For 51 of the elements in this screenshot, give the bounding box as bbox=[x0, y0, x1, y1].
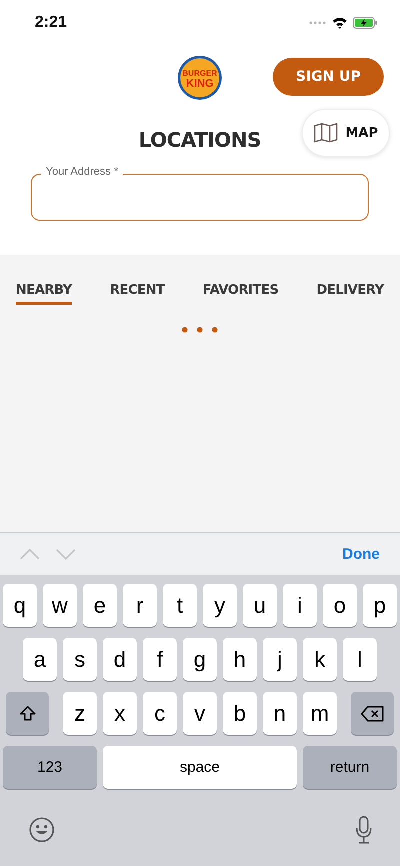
keyboard-key[interactable]: o bbox=[323, 584, 357, 627]
map-icon bbox=[314, 123, 338, 143]
shift-icon bbox=[18, 704, 36, 722]
address-label: Your Address * bbox=[41, 166, 124, 178]
tab[interactable]: DELIVERY bbox=[316, 283, 384, 305]
wifi-icon bbox=[332, 17, 348, 29]
page-title: LOCATIONS bbox=[138, 128, 262, 152]
emoji-icon[interactable] bbox=[29, 817, 55, 843]
keyboard-key[interactable]: h bbox=[223, 638, 257, 681]
battery-charging-icon bbox=[353, 17, 378, 29]
keyboard-key[interactable]: p bbox=[363, 584, 397, 627]
keyboard-key[interactable]: w bbox=[43, 584, 77, 627]
keyboard-key[interactable]: m bbox=[303, 692, 337, 735]
keyboard-key[interactable]: x bbox=[103, 692, 137, 735]
keyboard-key[interactable]: 123 bbox=[3, 746, 97, 789]
keyboard-key[interactable]: a bbox=[23, 638, 57, 681]
status-time: 2:21 bbox=[35, 14, 68, 32]
keyboard-key[interactable]: n bbox=[263, 692, 297, 735]
keyboard-key[interactable]: u bbox=[243, 584, 277, 627]
sign-up-button[interactable]: SIGN UP bbox=[273, 58, 384, 96]
keyboard-key[interactable]: e bbox=[83, 584, 117, 627]
keyboard-key[interactable]: z bbox=[63, 692, 97, 735]
tab[interactable]: FAVORITES bbox=[202, 283, 279, 305]
shift-key[interactable] bbox=[6, 692, 49, 735]
keyboard-key[interactable]: r bbox=[123, 584, 157, 627]
keyboard-key[interactable]: return bbox=[303, 746, 397, 789]
keyboard-key[interactable]: s bbox=[63, 638, 97, 681]
keyboard-key[interactable]: v bbox=[183, 692, 217, 735]
keyboard-key[interactable]: g bbox=[183, 638, 217, 681]
keyboard-key[interactable]: c bbox=[143, 692, 177, 735]
logo: BURGER KING bbox=[176, 54, 224, 102]
backspace-icon bbox=[360, 706, 384, 722]
backspace-key[interactable] bbox=[351, 692, 394, 735]
keyboard-key[interactable]: q bbox=[3, 584, 37, 627]
keyboard-key[interactable]: d bbox=[103, 638, 137, 681]
tab[interactable]: NEARBY bbox=[16, 283, 72, 305]
tab[interactable]: RECENT bbox=[110, 283, 165, 305]
loading-dots-icon bbox=[182, 327, 218, 333]
keyboard-key[interactable]: k bbox=[303, 638, 337, 681]
map-button[interactable]: MAP bbox=[302, 109, 390, 157]
keyboard-key[interactable]: b bbox=[223, 692, 257, 735]
keyboard-key[interactable]: y bbox=[203, 584, 237, 627]
keyboard-key[interactable]: t bbox=[163, 584, 197, 627]
done-button[interactable]: Done bbox=[342, 546, 380, 562]
keyboard-key[interactable]: f bbox=[143, 638, 177, 681]
space-key[interactable]: space bbox=[103, 746, 297, 789]
keyboard-key[interactable]: i bbox=[283, 584, 317, 627]
signal-icon bbox=[309, 21, 327, 25]
microphone-icon[interactable] bbox=[355, 816, 373, 844]
keyboard-key[interactable]: j bbox=[263, 638, 297, 681]
keyboard-key[interactable]: l bbox=[343, 638, 377, 681]
